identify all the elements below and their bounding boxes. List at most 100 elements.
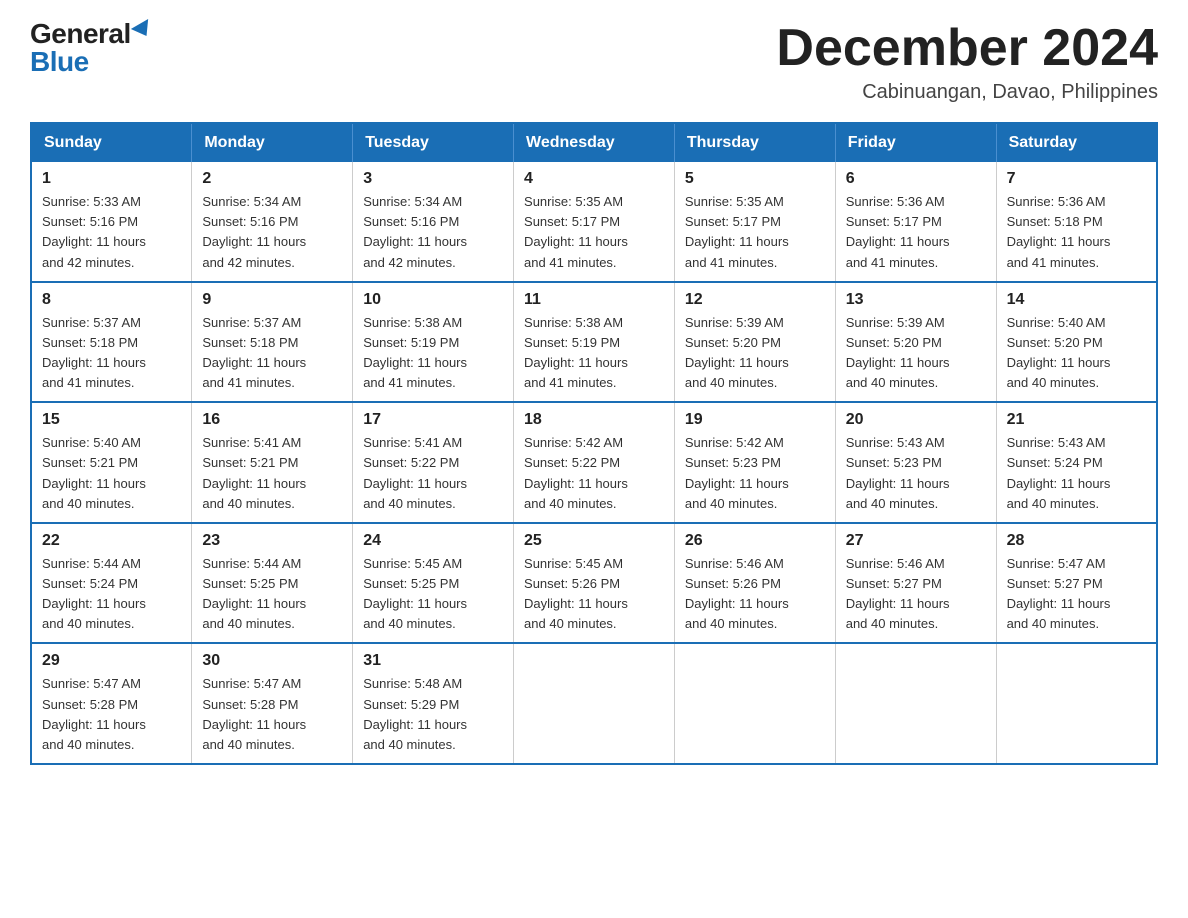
- day-info: Sunrise: 5:39 AMSunset: 5:20 PMDaylight:…: [685, 315, 789, 390]
- page-header: General Blue December 2024 Cabinuangan, …: [30, 20, 1158, 104]
- day-info: Sunrise: 5:43 AMSunset: 5:24 PMDaylight:…: [1007, 435, 1111, 510]
- day-number: 2: [202, 170, 342, 188]
- calendar-day-cell: 9 Sunrise: 5:37 AMSunset: 5:18 PMDayligh…: [192, 282, 353, 403]
- day-number: 16: [202, 411, 342, 429]
- calendar-table: SundayMondayTuesdayWednesdayThursdayFrid…: [30, 122, 1158, 765]
- day-info: Sunrise: 5:47 AMSunset: 5:27 PMDaylight:…: [1007, 556, 1111, 631]
- day-info: Sunrise: 5:40 AMSunset: 5:20 PMDaylight:…: [1007, 315, 1111, 390]
- calendar-day-cell: [996, 643, 1157, 764]
- day-number: 22: [42, 532, 181, 550]
- day-number: 18: [524, 411, 664, 429]
- day-info: Sunrise: 5:37 AMSunset: 5:18 PMDaylight:…: [42, 315, 146, 390]
- calendar-day-cell: 8 Sunrise: 5:37 AMSunset: 5:18 PMDayligh…: [31, 282, 192, 403]
- logo: General Blue: [30, 20, 153, 76]
- day-number: 19: [685, 411, 825, 429]
- calendar-day-cell: 13 Sunrise: 5:39 AMSunset: 5:20 PMDaylig…: [835, 282, 996, 403]
- calendar-day-cell: 30 Sunrise: 5:47 AMSunset: 5:28 PMDaylig…: [192, 643, 353, 764]
- calendar-header-friday: Friday: [835, 123, 996, 162]
- day-info: Sunrise: 5:46 AMSunset: 5:27 PMDaylight:…: [846, 556, 950, 631]
- calendar-day-cell: 6 Sunrise: 5:36 AMSunset: 5:17 PMDayligh…: [835, 162, 996, 282]
- day-info: Sunrise: 5:44 AMSunset: 5:24 PMDaylight:…: [42, 556, 146, 631]
- day-info: Sunrise: 5:46 AMSunset: 5:26 PMDaylight:…: [685, 556, 789, 631]
- day-number: 17: [363, 411, 503, 429]
- day-number: 9: [202, 291, 342, 309]
- day-number: 30: [202, 652, 342, 670]
- day-info: Sunrise: 5:36 AMSunset: 5:17 PMDaylight:…: [846, 194, 950, 269]
- calendar-week-row: 15 Sunrise: 5:40 AMSunset: 5:21 PMDaylig…: [31, 402, 1157, 523]
- calendar-day-cell: 11 Sunrise: 5:38 AMSunset: 5:19 PMDaylig…: [514, 282, 675, 403]
- calendar-day-cell: 17 Sunrise: 5:41 AMSunset: 5:22 PMDaylig…: [353, 402, 514, 523]
- calendar-day-cell: [674, 643, 835, 764]
- calendar-week-row: 22 Sunrise: 5:44 AMSunset: 5:24 PMDaylig…: [31, 523, 1157, 644]
- day-number: 27: [846, 532, 986, 550]
- day-info: Sunrise: 5:33 AMSunset: 5:16 PMDaylight:…: [42, 194, 146, 269]
- day-info: Sunrise: 5:35 AMSunset: 5:17 PMDaylight:…: [685, 194, 789, 269]
- calendar-day-cell: 10 Sunrise: 5:38 AMSunset: 5:19 PMDaylig…: [353, 282, 514, 403]
- day-info: Sunrise: 5:34 AMSunset: 5:16 PMDaylight:…: [202, 194, 306, 269]
- day-info: Sunrise: 5:45 AMSunset: 5:25 PMDaylight:…: [363, 556, 467, 631]
- day-info: Sunrise: 5:45 AMSunset: 5:26 PMDaylight:…: [524, 556, 628, 631]
- calendar-day-cell: 28 Sunrise: 5:47 AMSunset: 5:27 PMDaylig…: [996, 523, 1157, 644]
- day-number: 25: [524, 532, 664, 550]
- day-number: 15: [42, 411, 181, 429]
- day-number: 10: [363, 291, 503, 309]
- calendar-week-row: 8 Sunrise: 5:37 AMSunset: 5:18 PMDayligh…: [31, 282, 1157, 403]
- day-number: 12: [685, 291, 825, 309]
- calendar-day-cell: 20 Sunrise: 5:43 AMSunset: 5:23 PMDaylig…: [835, 402, 996, 523]
- calendar-week-row: 29 Sunrise: 5:47 AMSunset: 5:28 PMDaylig…: [31, 643, 1157, 764]
- calendar-day-cell: 5 Sunrise: 5:35 AMSunset: 5:17 PMDayligh…: [674, 162, 835, 282]
- month-year-title: December 2024: [776, 20, 1158, 77]
- day-info: Sunrise: 5:44 AMSunset: 5:25 PMDaylight:…: [202, 556, 306, 631]
- logo-triangle-icon: [131, 19, 155, 41]
- calendar-day-cell: [835, 643, 996, 764]
- day-number: 14: [1007, 291, 1146, 309]
- day-number: 1: [42, 170, 181, 188]
- location-subtitle: Cabinuangan, Davao, Philippines: [776, 81, 1158, 104]
- calendar-day-cell: 29 Sunrise: 5:47 AMSunset: 5:28 PMDaylig…: [31, 643, 192, 764]
- calendar-day-cell: 16 Sunrise: 5:41 AMSunset: 5:21 PMDaylig…: [192, 402, 353, 523]
- day-info: Sunrise: 5:43 AMSunset: 5:23 PMDaylight:…: [846, 435, 950, 510]
- calendar-day-cell: 7 Sunrise: 5:36 AMSunset: 5:18 PMDayligh…: [996, 162, 1157, 282]
- calendar-day-cell: 25 Sunrise: 5:45 AMSunset: 5:26 PMDaylig…: [514, 523, 675, 644]
- day-info: Sunrise: 5:39 AMSunset: 5:20 PMDaylight:…: [846, 315, 950, 390]
- day-info: Sunrise: 5:41 AMSunset: 5:22 PMDaylight:…: [363, 435, 467, 510]
- calendar-header-tuesday: Tuesday: [353, 123, 514, 162]
- logo-blue-text: Blue: [30, 48, 89, 76]
- day-number: 31: [363, 652, 503, 670]
- day-number: 6: [846, 170, 986, 188]
- day-number: 24: [363, 532, 503, 550]
- calendar-day-cell: 2 Sunrise: 5:34 AMSunset: 5:16 PMDayligh…: [192, 162, 353, 282]
- calendar-header-wednesday: Wednesday: [514, 123, 675, 162]
- day-number: 11: [524, 291, 664, 309]
- day-number: 21: [1007, 411, 1146, 429]
- calendar-header-row: SundayMondayTuesdayWednesdayThursdayFrid…: [31, 123, 1157, 162]
- calendar-day-cell: 22 Sunrise: 5:44 AMSunset: 5:24 PMDaylig…: [31, 523, 192, 644]
- day-info: Sunrise: 5:41 AMSunset: 5:21 PMDaylight:…: [202, 435, 306, 510]
- day-number: 23: [202, 532, 342, 550]
- calendar-day-cell: 4 Sunrise: 5:35 AMSunset: 5:17 PMDayligh…: [514, 162, 675, 282]
- day-info: Sunrise: 5:38 AMSunset: 5:19 PMDaylight:…: [363, 315, 467, 390]
- calendar-day-cell: 27 Sunrise: 5:46 AMSunset: 5:27 PMDaylig…: [835, 523, 996, 644]
- calendar-day-cell: 14 Sunrise: 5:40 AMSunset: 5:20 PMDaylig…: [996, 282, 1157, 403]
- logo-general-text: General: [30, 20, 131, 48]
- day-number: 4: [524, 170, 664, 188]
- day-info: Sunrise: 5:40 AMSunset: 5:21 PMDaylight:…: [42, 435, 146, 510]
- calendar-day-cell: 23 Sunrise: 5:44 AMSunset: 5:25 PMDaylig…: [192, 523, 353, 644]
- day-info: Sunrise: 5:47 AMSunset: 5:28 PMDaylight:…: [202, 676, 306, 751]
- day-number: 28: [1007, 532, 1146, 550]
- day-number: 8: [42, 291, 181, 309]
- day-info: Sunrise: 5:35 AMSunset: 5:17 PMDaylight:…: [524, 194, 628, 269]
- calendar-header-saturday: Saturday: [996, 123, 1157, 162]
- calendar-day-cell: 1 Sunrise: 5:33 AMSunset: 5:16 PMDayligh…: [31, 162, 192, 282]
- day-number: 29: [42, 652, 181, 670]
- day-number: 7: [1007, 170, 1146, 188]
- calendar-day-cell: 15 Sunrise: 5:40 AMSunset: 5:21 PMDaylig…: [31, 402, 192, 523]
- day-info: Sunrise: 5:48 AMSunset: 5:29 PMDaylight:…: [363, 676, 467, 751]
- day-info: Sunrise: 5:42 AMSunset: 5:22 PMDaylight:…: [524, 435, 628, 510]
- day-info: Sunrise: 5:47 AMSunset: 5:28 PMDaylight:…: [42, 676, 146, 751]
- day-number: 13: [846, 291, 986, 309]
- day-info: Sunrise: 5:34 AMSunset: 5:16 PMDaylight:…: [363, 194, 467, 269]
- calendar-week-row: 1 Sunrise: 5:33 AMSunset: 5:16 PMDayligh…: [31, 162, 1157, 282]
- day-number: 3: [363, 170, 503, 188]
- day-number: 26: [685, 532, 825, 550]
